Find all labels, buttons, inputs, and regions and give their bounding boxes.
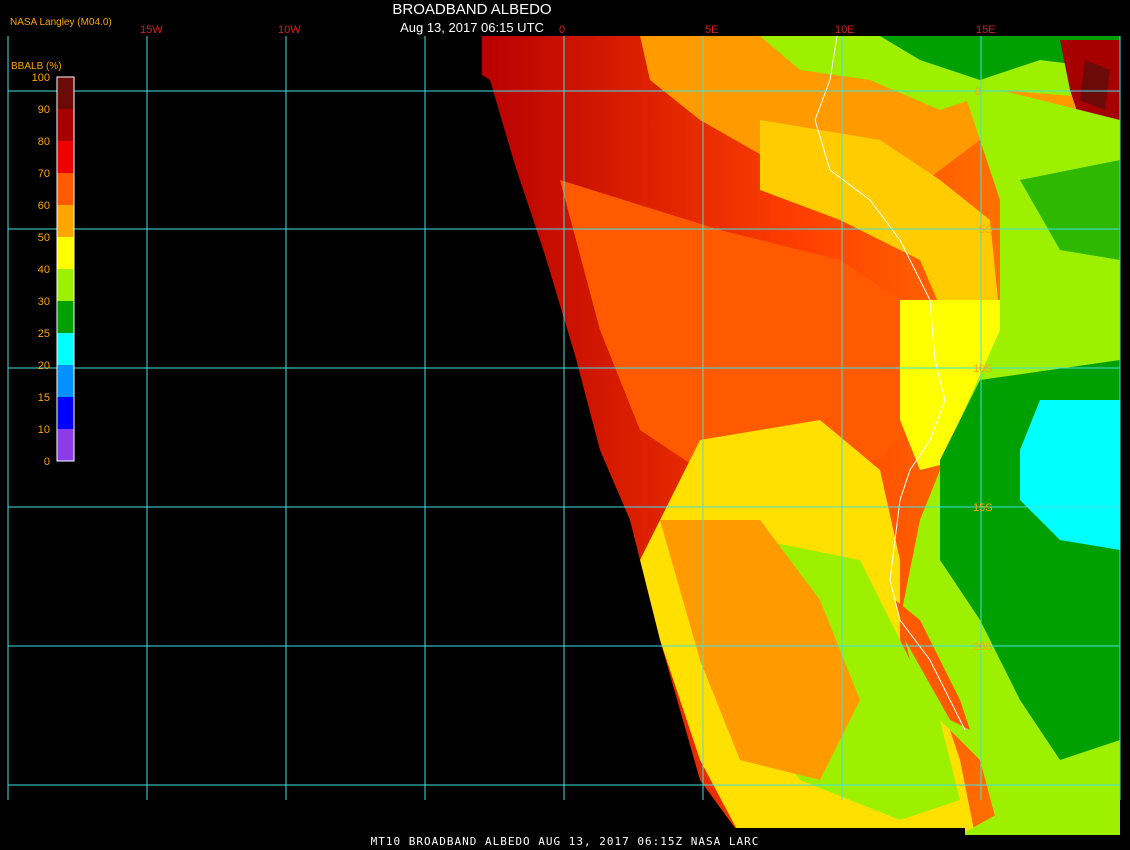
legend-swatch [57, 333, 74, 365]
footer-caption: MT10 BROADBAND ALBEDO AUG 13, 2017 06:15… [370, 835, 760, 848]
legend-tick-label: 80 [38, 136, 50, 148]
legend-tick-label: 100 [32, 72, 50, 84]
lat-label-15s: 15S [973, 502, 993, 514]
lat-label-0: 0 [975, 86, 981, 98]
legend-tick-label: 10 [38, 424, 50, 436]
lon-label-15e: 15E [976, 24, 996, 36]
legend-swatch [57, 429, 74, 461]
legend-tick-label: 90 [38, 104, 50, 116]
legend-swatch [57, 109, 74, 141]
legend-swatch [57, 269, 74, 301]
legend-swatch [57, 77, 74, 109]
legend-title: BBALB (%) [11, 61, 62, 72]
legend-tick-label: 40 [38, 264, 50, 276]
legend-swatch [57, 237, 74, 269]
map-title: BROADBAND ALBEDO [392, 1, 552, 18]
legend-tick-label: 30 [38, 296, 50, 308]
legend-swatch [57, 205, 74, 237]
satellite-scene [482, 36, 1120, 835]
lat-label-5s: 5S [979, 224, 992, 236]
legend-tick-label: 25 [38, 328, 50, 340]
legend-tick-label: 70 [38, 168, 50, 180]
legend-tick-label: 0 [44, 456, 50, 468]
legend-tick-label: 50 [38, 232, 50, 244]
lat-label-10s: 10S [973, 363, 993, 375]
legend-tick-labels: 10090807060504030252015100 [32, 72, 50, 468]
legend-tick-label: 60 [38, 200, 50, 212]
legend-swatch [57, 365, 74, 397]
legend-swatch [57, 141, 74, 173]
legend-swatch [57, 173, 74, 205]
lat-label-20s: 20S [973, 641, 993, 653]
legend-swatch [57, 397, 74, 429]
map-subtitle: Aug 13, 2017 06:15 UTC [400, 20, 544, 35]
legend-tick-label: 15 [38, 392, 50, 404]
albedo-map: 15W 10W 0 5E 10E 15E 0 5S 10S 15S 20S 10… [7, 24, 1121, 835]
legend-colorbar [56, 76, 75, 462]
legend-swatch [57, 301, 74, 333]
legend-tick-label: 20 [38, 360, 50, 372]
